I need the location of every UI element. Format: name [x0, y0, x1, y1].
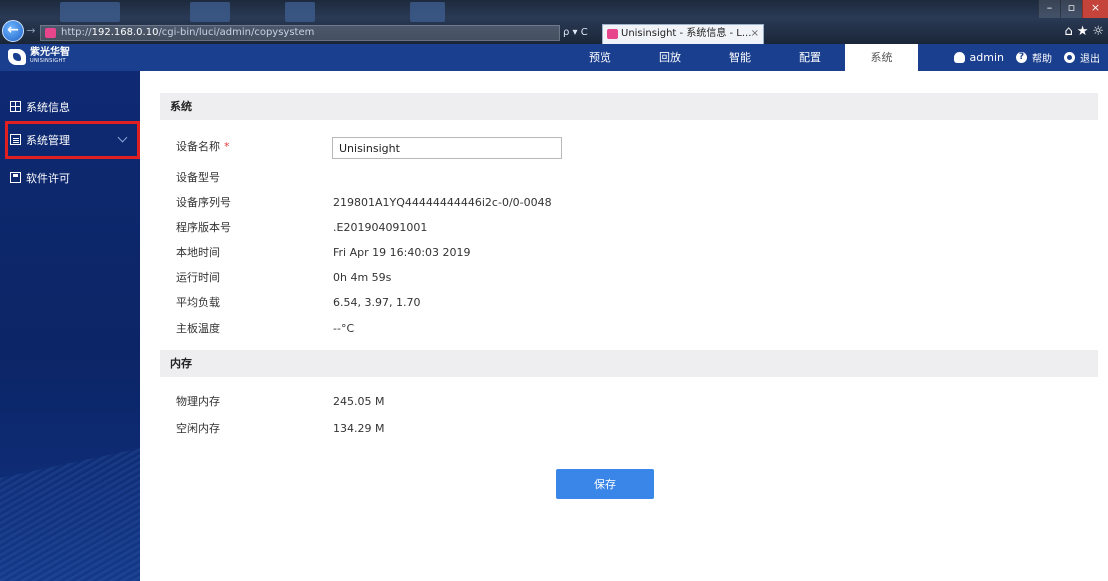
window-reflection: [60, 2, 120, 22]
power-icon: [1064, 52, 1075, 63]
info-label: 设备型号: [176, 171, 220, 184]
browser-tab[interactable]: Unisinsight - 系统信息 - L... ×: [602, 24, 764, 44]
help-link[interactable]: ? 帮助: [1016, 50, 1052, 65]
site-favicon-icon: [45, 28, 56, 38]
help-label: 帮助: [1032, 54, 1052, 65]
browser-toolbar: ← → http://192.168.0.10/cgi-bin/luci/adm…: [0, 0, 1108, 44]
document-icon: [10, 134, 21, 145]
user-menu[interactable]: admin: [953, 51, 1004, 64]
sidebar-item-label: 系统管理: [26, 134, 70, 147]
window-reflection: [190, 2, 230, 22]
info-value: 0h 4m 59s: [333, 271, 392, 284]
info-value: Fri Apr 19 16:40:03 2019: [333, 246, 471, 259]
info-label: 空闲内存: [176, 422, 220, 435]
nav-playback[interactable]: 回放: [635, 44, 705, 71]
license-icon: [10, 172, 21, 183]
info-label: 运行时间: [176, 271, 220, 284]
sidebar-item-label: 软件许可: [26, 172, 70, 185]
sidebar-item-software-license[interactable]: 软件许可: [0, 165, 140, 191]
logout-label: 退出: [1080, 54, 1100, 65]
window-controls: – ▫ ×: [1038, 0, 1108, 18]
sidebar-item-system-management[interactable]: 系统管理: [5, 121, 140, 159]
back-icon[interactable]: ←: [2, 20, 24, 42]
info-value: 134.29 M: [333, 422, 385, 435]
section-header-system: 系统: [160, 93, 1098, 120]
maximize-icon[interactable]: ▫: [1060, 0, 1082, 18]
sidebar-item-system-info[interactable]: 系统信息: [0, 94, 140, 120]
user-name: admin: [969, 51, 1004, 64]
info-value: 6.54, 3.97, 1.70: [333, 296, 421, 309]
info-value: --°C: [333, 322, 355, 335]
info-label: 设备序列号: [176, 196, 231, 209]
main-content: 系统 设备名称* 设备型号 设备序列号 219801A1YQ4444444444…: [140, 71, 1108, 581]
grid-icon: [10, 101, 21, 112]
logo-text-en: UNISINSIGHT: [30, 58, 66, 64]
forward-icon[interactable]: →: [24, 24, 38, 38]
address-bar[interactable]: http://192.168.0.10/cgi-bin/luci/admin/c…: [40, 25, 560, 41]
chevron-down-icon: [117, 132, 128, 143]
window-reflection: [410, 2, 445, 22]
top-nav: 预览 回放 智能 配置 系统: [565, 44, 918, 71]
info-value: .E201904091001: [333, 221, 428, 234]
save-button[interactable]: 保存: [556, 469, 654, 499]
home-favorites-settings-icons[interactable]: ⌂★☼: [1064, 24, 1108, 39]
required-mark: *: [224, 140, 230, 153]
info-label: 程序版本号: [176, 221, 231, 234]
device-name-label: 设备名称 *: [176, 140, 230, 153]
user-icon: [953, 52, 965, 63]
nav-smart[interactable]: 智能: [705, 44, 775, 71]
address-host: 192.168.0.10: [91, 27, 159, 38]
info-label: 主板温度: [176, 322, 220, 335]
search-refresh-icons[interactable]: ρ ▾ C: [563, 25, 588, 41]
help-icon: ?: [1016, 52, 1027, 63]
brand-logo: 紫光华智 UNISINSIGHT: [8, 48, 70, 66]
logo-text-cn: 紫光华智: [30, 47, 70, 58]
minimize-icon[interactable]: –: [1038, 0, 1060, 18]
info-label: 物理内存: [176, 395, 220, 408]
nav-preview[interactable]: 预览: [565, 44, 635, 71]
sidebar-item-label: 系统信息: [26, 101, 70, 114]
address-path: /cgi-bin/luci/admin/copysystem: [158, 27, 315, 38]
user-area: admin ? 帮助 退出: [942, 44, 1100, 71]
info-value: 219801A1YQ44444444446i2c-0/0-0048: [333, 196, 552, 209]
address-prefix: http://: [61, 27, 92, 38]
window-close-icon[interactable]: ×: [1082, 0, 1108, 18]
info-label: 本地时间: [176, 246, 220, 259]
tab-close-icon[interactable]: ×: [751, 25, 759, 43]
logout-link[interactable]: 退出: [1064, 50, 1100, 65]
logo-mark-icon: [8, 49, 26, 65]
tab-favicon-icon: [607, 29, 618, 39]
section-header-memory: 内存: [160, 350, 1098, 377]
nav-config[interactable]: 配置: [775, 44, 845, 71]
tab-title: Unisinsight - 系统信息 - L...: [621, 28, 752, 39]
info-value: 245.05 M: [333, 395, 385, 408]
sidebar: 系统信息 系统管理 软件许可: [0, 71, 140, 581]
app-header: 紫光华智 UNISINSIGHT 预览 回放 智能 配置 系统 admin ? …: [0, 44, 1108, 71]
device-name-input[interactable]: [332, 137, 562, 159]
window-reflection: [285, 2, 315, 22]
info-label: 平均负载: [176, 296, 220, 309]
nav-system[interactable]: 系统: [845, 44, 918, 71]
